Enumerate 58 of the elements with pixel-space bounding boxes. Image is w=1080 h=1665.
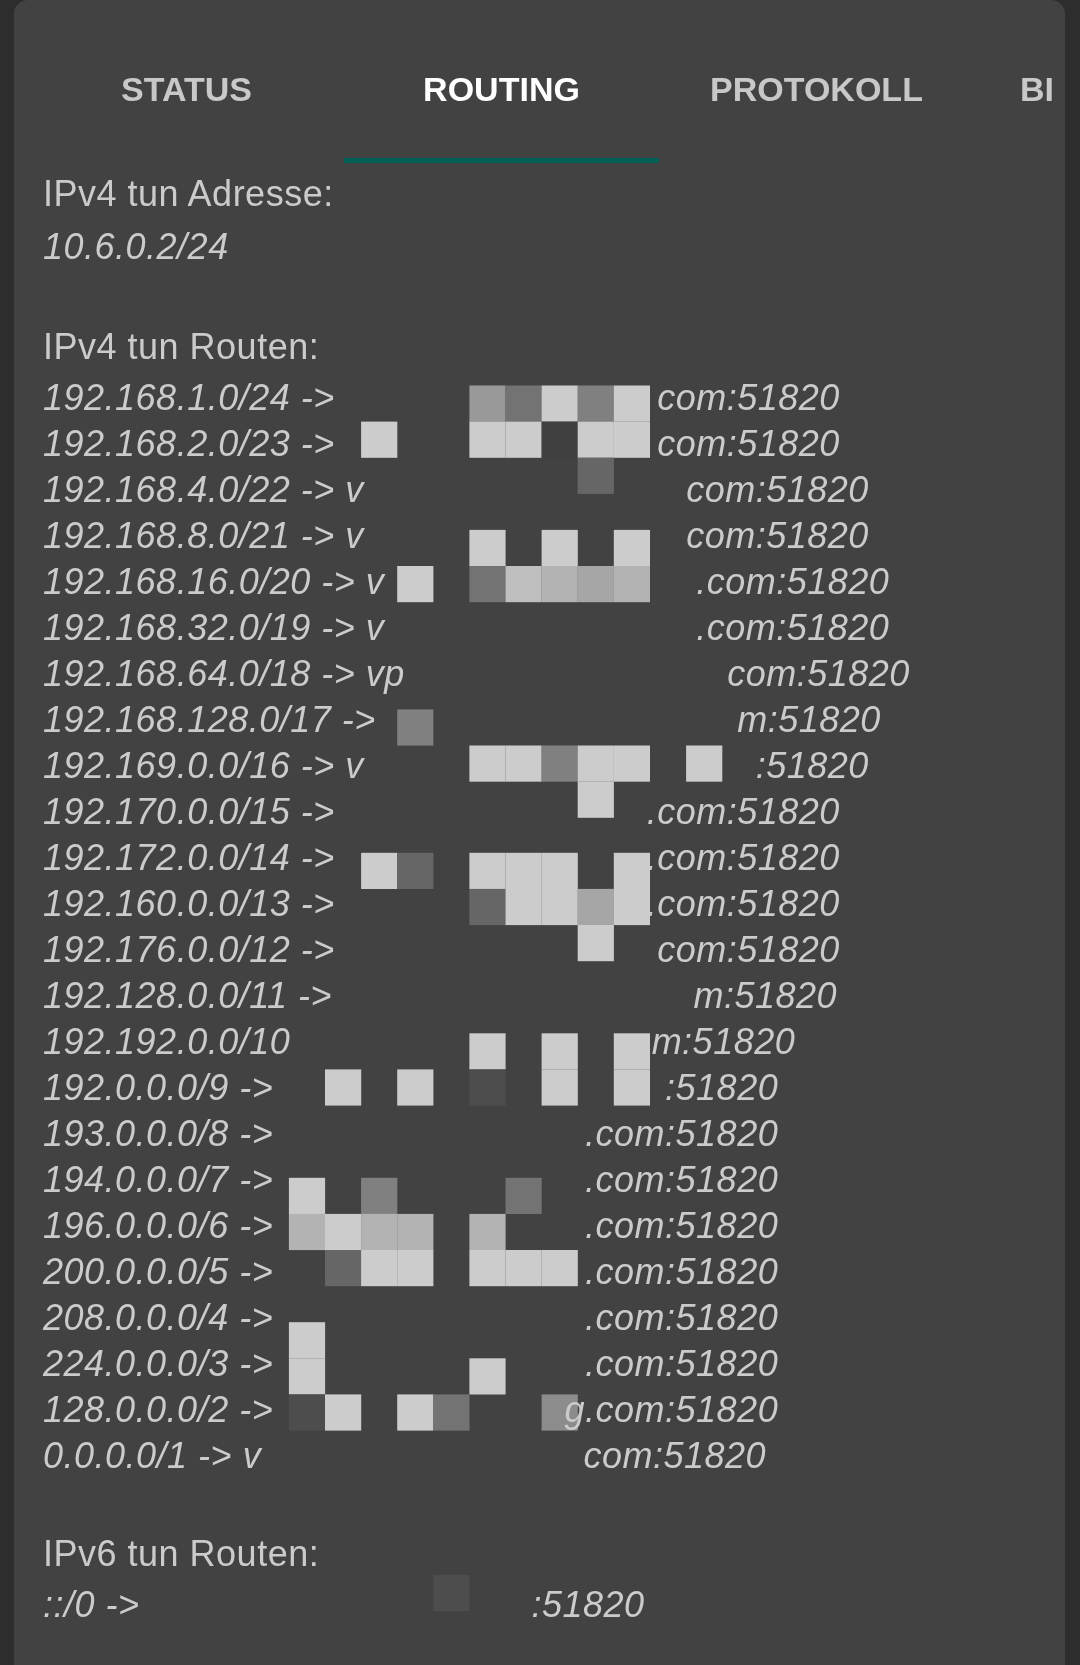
tab[interactable]: PROTOKOLL (659, 0, 974, 163)
route-endpoint: .com:51820 (585, 1250, 779, 1294)
route-prefix: ::/0 -> (43, 1583, 140, 1627)
route-endpoint: .com:51820 (696, 560, 890, 604)
route-endpoint: .com:51820 (646, 790, 840, 834)
route-prefix: 194.0.0.0/7 -> (43, 1158, 274, 1202)
route-prefix: 200.0.0.0/5 -> (43, 1250, 274, 1294)
route-endpoint: :51820 (531, 1583, 645, 1627)
route-endpoint: m:51820 (737, 698, 881, 742)
route-endpoint: com:51820 (583, 1434, 767, 1478)
route-prefix: 192.176.0.0/12 -> (43, 928, 335, 972)
route-prefix: 208.0.0.0/4 -> (43, 1296, 274, 1340)
route-endpoint: com:51820 (657, 376, 840, 420)
route-endpoint: .com:51820 (646, 882, 840, 926)
route-prefix: 192.168.64.0/18 -> vp (43, 652, 405, 696)
route-prefix: 192.170.0.0/15 -> (43, 790, 335, 834)
tab[interactable]: ROUTING (344, 0, 659, 163)
section-heading: IPv4 tun Routen: (43, 325, 321, 369)
route-endpoint: com:51820 (657, 928, 840, 972)
route-prefix: 192.168.32.0/19 -> v (43, 606, 385, 650)
route-prefix: 192.128.0.0/11 -> (43, 974, 333, 1018)
tab[interactable]: STATUS (29, 0, 344, 163)
section-heading: IPv6 tun Routen: (43, 1532, 321, 1576)
route-endpoint: com:51820 (686, 514, 869, 558)
route-endpoint: .com:51820 (696, 606, 890, 650)
route-endpoint: .com:51820 (585, 1204, 779, 1248)
route-prefix: 192.172.0.0/14 -> (43, 836, 335, 880)
route-endpoint: .com:51820 (585, 1158, 779, 1202)
route-prefix: 192.192.0.0/10 (43, 1020, 291, 1064)
route-prefix: 192.168.2.0/23 -> (43, 422, 335, 466)
route-prefix: 192.168.16.0/20 -> v (43, 560, 385, 604)
route-endpoint: :51820 (665, 1066, 779, 1110)
route-prefix: 128.0.0.0/2 -> (43, 1388, 274, 1432)
route-endpoint: com:51820 (727, 652, 910, 696)
route-prefix: 192.169.0.0/16 -> v (43, 744, 364, 788)
route-endpoint: .com:51820 (585, 1112, 779, 1156)
route-prefix: 0.0.0.0/1 -> v (43, 1434, 262, 1478)
route-endpoint: com:51820 (657, 422, 840, 466)
address-value: 10.6.0.2/24 (43, 225, 230, 269)
route-prefix: 192.160.0.0/13 -> (43, 882, 335, 926)
route-prefix: 192.168.8.0/21 -> v (43, 514, 364, 558)
route-prefix: 192.168.128.0/17 -> (43, 698, 376, 742)
route-endpoint: com:51820 (686, 468, 869, 512)
route-prefix: 192.168.4.0/22 -> v (43, 468, 364, 512)
route-prefix: 224.0.0.0/3 -> (43, 1342, 274, 1386)
route-prefix: 193.0.0.0/8 -> (43, 1112, 274, 1156)
route-endpoint: g.com:51820 (564, 1388, 779, 1432)
tab[interactable]: BI (974, 0, 1065, 163)
route-endpoint: .com:51820 (585, 1296, 779, 1340)
route-endpoint: m:51820 (693, 974, 838, 1018)
route-endpoint: .com:51820 (646, 836, 840, 880)
route-endpoint: m:51820 (651, 1020, 796, 1064)
route-endpoint: :51820 (755, 744, 869, 788)
section-heading: IPv4 tun Adresse: (43, 172, 335, 216)
route-endpoint: .com:51820 (585, 1342, 779, 1386)
route-prefix: 192.168.1.0/24 -> (43, 376, 335, 420)
route-prefix: 196.0.0.0/6 -> (43, 1204, 274, 1248)
route-prefix: 192.0.0.0/9 -> (43, 1066, 274, 1110)
